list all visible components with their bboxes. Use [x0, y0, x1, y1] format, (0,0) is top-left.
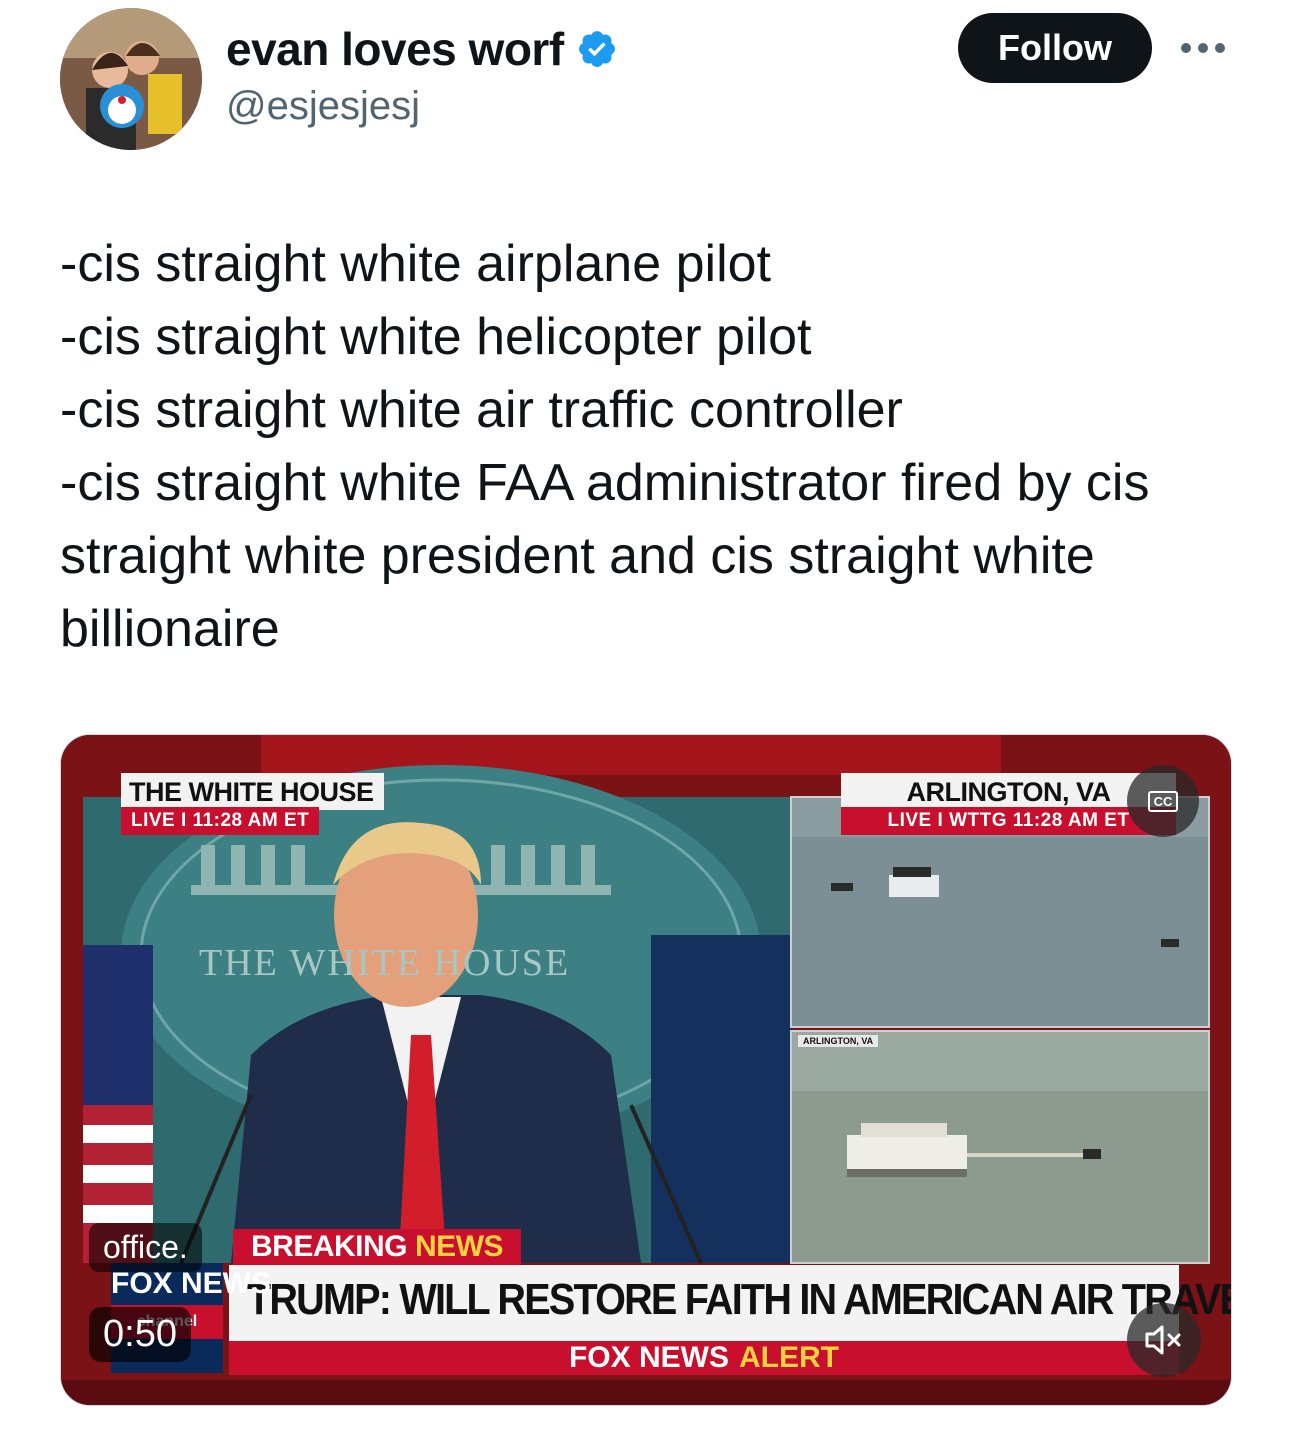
- location-label-arlington: ARLINGTON, VA: [841, 773, 1176, 810]
- backdrop-text: THE WHITE HOUSE: [199, 942, 571, 984]
- tweet-line: -cis straight white airplane pilot: [60, 235, 771, 293]
- tweet-line: straight white president and cis straigh…: [60, 527, 1095, 585]
- news-headline: TRUMP: WILL RESTORE FAITH IN AMERICAN AI…: [247, 1275, 1232, 1324]
- small-location-label: ARLINGTON, VA: [798, 1035, 879, 1047]
- alert-bar: FOX NEWS ALERT: [229, 1341, 1179, 1375]
- speaker-muted-icon: [1145, 1325, 1181, 1355]
- closed-captions-button[interactable]: CC: [1127, 765, 1199, 837]
- author-display-name[interactable]: evan loves worf: [226, 22, 618, 76]
- alert-word: ALERT: [739, 1341, 839, 1374]
- verified-badge-icon: [578, 31, 615, 67]
- more-options-icon[interactable]: [1178, 28, 1228, 68]
- video-timer: 0:50: [89, 1307, 191, 1362]
- location-label-white-house: THE WHITE HOUSE: [121, 773, 384, 810]
- tweet-text: -cis straight white airplane pilot -cis …: [60, 228, 1240, 666]
- video-caption: office.: [89, 1223, 202, 1272]
- video-player[interactable]: THE WHITE HOUSE THE WHITE HOUSE LIVE I 1…: [60, 734, 1232, 1406]
- follow-button[interactable]: Follow: [958, 13, 1152, 83]
- tweet-line: -cis straight white air traffic controll…: [60, 381, 903, 439]
- display-name-text: evan loves worf: [226, 23, 564, 75]
- news-text: NEWS: [415, 1230, 504, 1263]
- author-avatar[interactable]: [60, 8, 202, 150]
- mute-button[interactable]: [1127, 1303, 1201, 1377]
- live-timestamp-arlington: LIVE I WTTG 11:28 AM ET: [841, 807, 1176, 835]
- avatar-photo: [60, 8, 202, 150]
- alert-prefix: FOX NEWS: [568, 1341, 729, 1374]
- tweet-line: -cis straight white FAA administrator fi…: [60, 454, 1150, 512]
- author-handle[interactable]: @esjesjesj: [226, 84, 420, 129]
- breaking-news-label: BREAKING NEWS: [233, 1229, 522, 1265]
- more-horizontal-icon: [1181, 43, 1225, 53]
- live-timestamp-white-house: LIVE I 11:28 AM ET: [121, 807, 320, 835]
- cc-icon: CC: [1147, 790, 1179, 812]
- tweet-line: -cis straight white helicopter pilot: [60, 308, 812, 366]
- breaking-text: BREAKING: [251, 1230, 408, 1263]
- tweet-line: billionaire: [60, 600, 280, 658]
